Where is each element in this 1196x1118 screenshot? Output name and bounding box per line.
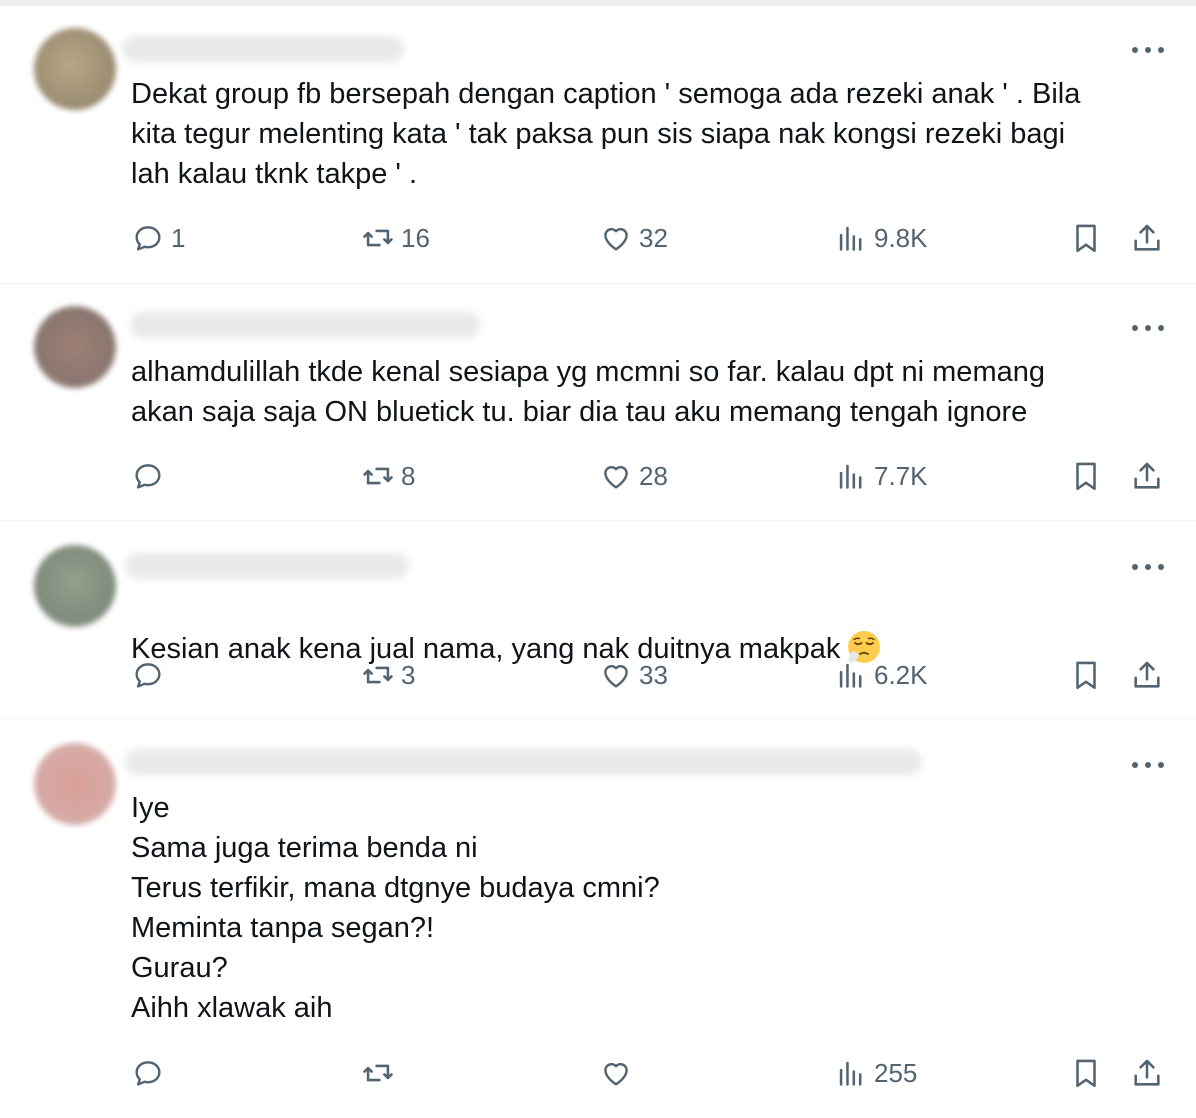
- repost-button[interactable]: 16: [361, 220, 430, 256]
- bookmark-icon: [1076, 224, 1096, 253]
- views-bars-icon: [839, 226, 862, 251]
- repost-count: 3: [401, 659, 416, 690]
- repost-arrows-icon: [363, 1064, 393, 1082]
- views-button[interactable]: 9.8K: [834, 220, 928, 256]
- bookmark-button[interactable]: [1069, 1055, 1103, 1091]
- share-upload-icon: [1134, 462, 1160, 489]
- author-name-blurred[interactable]: [122, 36, 404, 62]
- more-options-button[interactable]: [1130, 318, 1166, 338]
- views-bars-icon: [839, 663, 862, 688]
- share-button[interactable]: [1130, 458, 1164, 494]
- avatar[interactable]: [34, 545, 116, 627]
- like-count: 32: [639, 222, 668, 253]
- more-options-button[interactable]: [1130, 557, 1166, 577]
- tweet-text: Dekat group fb bersepah dengan caption '…: [131, 78, 1081, 190]
- avatar[interactable]: [34, 306, 116, 388]
- tweet-actions: 8 28 7.7K: [131, 458, 1171, 494]
- like-count: 33: [639, 659, 668, 690]
- reply-bubble-icon: [135, 226, 161, 251]
- share-upload-icon: [1134, 224, 1160, 251]
- repost-button[interactable]: 3: [361, 657, 415, 693]
- share-upload-icon: [1134, 661, 1160, 688]
- tweet-actions: 1 16 32 9.8K: [131, 220, 1171, 256]
- like-button[interactable]: [599, 1055, 639, 1091]
- avatar[interactable]: [34, 28, 116, 110]
- author-name-blurred[interactable]: [130, 312, 480, 338]
- like-button[interactable]: 33: [599, 657, 668, 693]
- reply-button[interactable]: 1: [131, 220, 185, 256]
- bookmark-icon: [1076, 1059, 1096, 1088]
- like-button[interactable]: 28: [599, 458, 668, 494]
- heart-icon: [604, 1062, 628, 1086]
- share-button[interactable]: [1130, 1055, 1164, 1091]
- views-button[interactable]: 7.7K: [834, 458, 928, 494]
- like-count: 28: [639, 460, 668, 491]
- reply-bubble-icon: [135, 464, 161, 489]
- author-name-blurred[interactable]: [125, 749, 922, 775]
- avatar[interactable]: [34, 743, 116, 825]
- share-button[interactable]: [1130, 657, 1164, 693]
- author-name-blurred[interactable]: [125, 553, 409, 579]
- tweet-actions: 3 33 6.2K: [131, 657, 1171, 693]
- reply-tweet-1[interactable]: Dekat group fb bersepah dengan caption '…: [0, 6, 1196, 284]
- bookmark-button[interactable]: [1069, 458, 1103, 494]
- repost-count: 16: [401, 222, 430, 253]
- views-count: 6.2K: [874, 659, 928, 690]
- repost-count: 8: [401, 460, 416, 491]
- repost-arrows-icon: [363, 229, 393, 247]
- views-button[interactable]: 255: [834, 1055, 917, 1091]
- reply-bubble-icon: [135, 1061, 161, 1086]
- tweet-actions: 255: [131, 1055, 1171, 1091]
- like-button[interactable]: 32: [599, 220, 668, 256]
- bookmark-button[interactable]: [1069, 657, 1103, 693]
- share-button[interactable]: [1130, 220, 1164, 256]
- share-upload-icon: [1134, 1059, 1160, 1086]
- more-dots-icon: [1132, 325, 1164, 331]
- views-count: 9.8K: [874, 222, 928, 253]
- reply-tweet-3[interactable]: Kesian anak kena jual nama, yang nak dui…: [0, 521, 1196, 719]
- heart-icon: [604, 664, 628, 688]
- bookmark-button[interactable]: [1069, 220, 1103, 256]
- repost-button[interactable]: [361, 1055, 401, 1091]
- reply-button[interactable]: [131, 657, 171, 693]
- reply-button[interactable]: [131, 458, 171, 494]
- repost-arrows-icon: [363, 666, 393, 684]
- reply-tweet-4[interactable]: Iye Sama juga terima benda ni Terus terf…: [0, 719, 1196, 1118]
- reply-tweet-2[interactable]: alhamdulillah tkde kenal sesiapa yg mcmn…: [0, 284, 1196, 521]
- reply-count: 1: [171, 222, 186, 253]
- views-button[interactable]: 6.2K: [834, 657, 928, 693]
- more-options-button[interactable]: [1130, 40, 1166, 60]
- views-count: 255: [874, 1057, 918, 1088]
- heart-icon: [604, 465, 628, 489]
- repost-arrows-icon: [363, 467, 393, 485]
- more-dots-icon: [1132, 47, 1164, 53]
- bookmark-icon: [1076, 462, 1096, 491]
- tweet-text: Iye Sama juga terima benda ni Terus terf…: [131, 792, 660, 1024]
- reply-bubble-icon: [135, 663, 161, 688]
- reply-button[interactable]: [131, 1055, 171, 1091]
- more-options-button[interactable]: [1130, 755, 1166, 775]
- repost-button[interactable]: 8: [361, 458, 415, 494]
- views-bars-icon: [839, 464, 862, 489]
- views-count: 7.7K: [874, 460, 928, 491]
- views-bars-icon: [839, 1061, 862, 1086]
- more-dots-icon: [1132, 564, 1164, 570]
- more-dots-icon: [1132, 762, 1164, 768]
- bookmark-icon: [1076, 661, 1096, 690]
- tweet-text: alhamdulillah tkde kenal sesiapa yg mcmn…: [131, 356, 1045, 428]
- heart-icon: [604, 227, 628, 251]
